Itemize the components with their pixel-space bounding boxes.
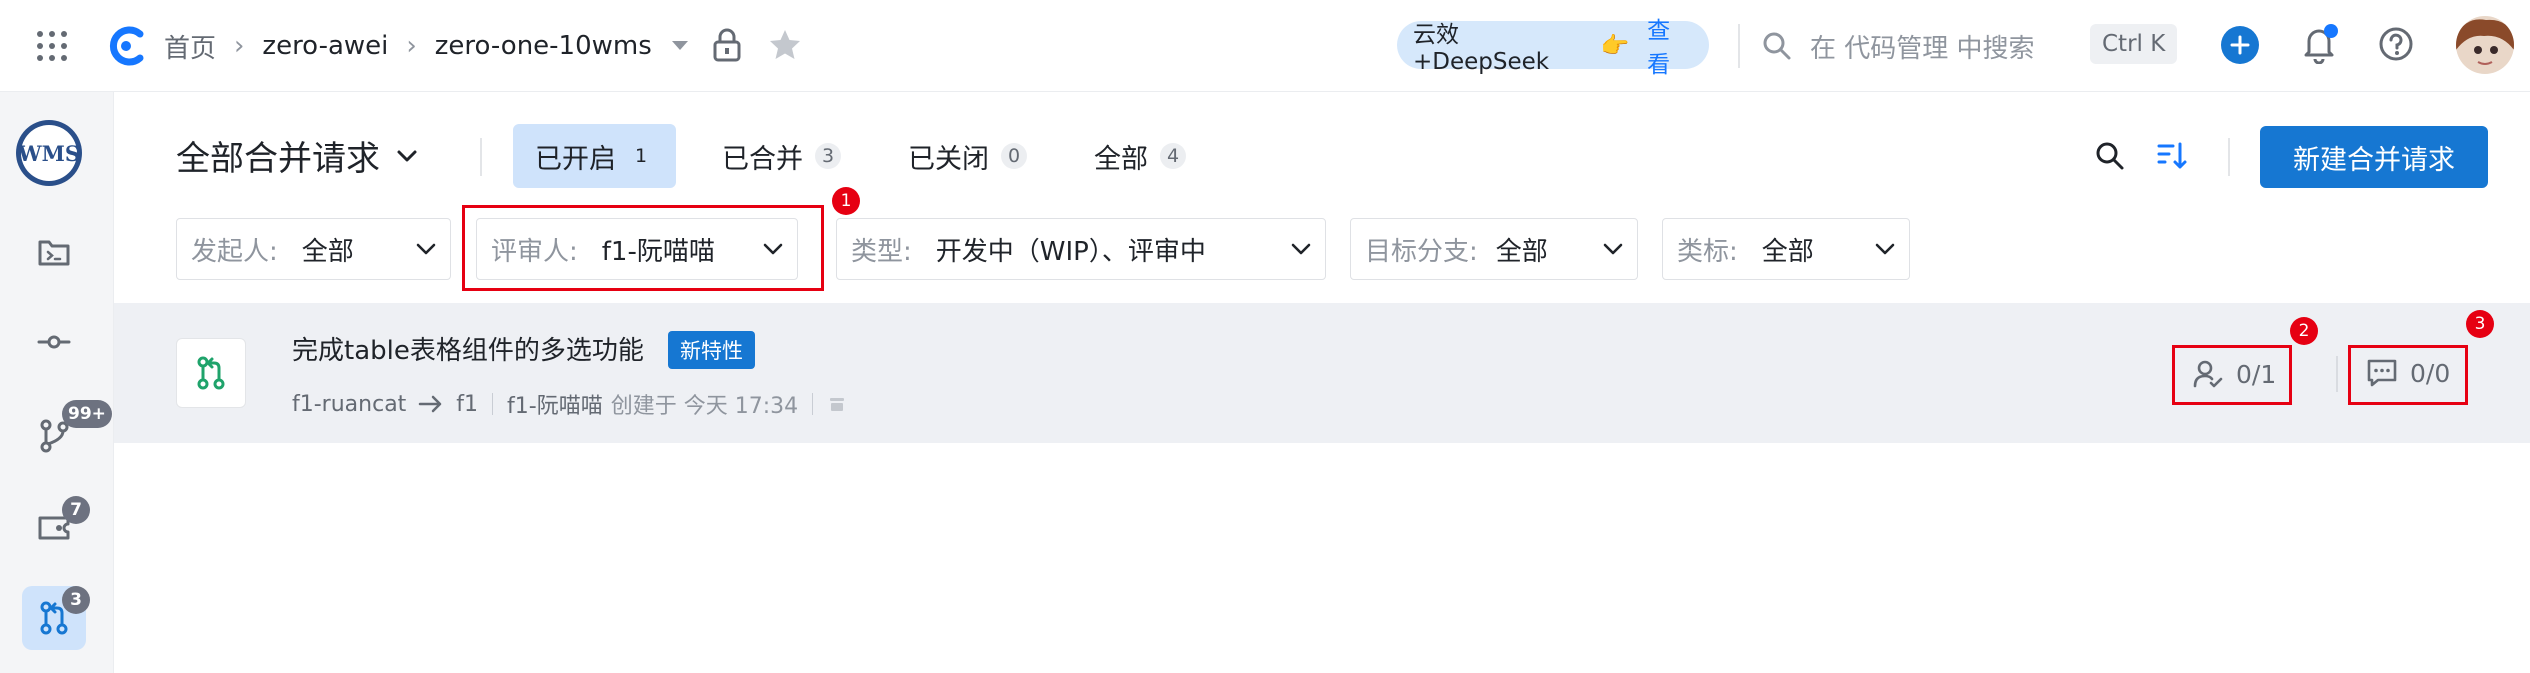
mr-meta: f1-ruancat f1 f1-阮喵喵 创建于 今天 17:34 (292, 388, 847, 420)
tab-count: 3 (815, 143, 841, 169)
filter-value: 全部 (1495, 236, 1548, 267)
tab-label: 全部 (1094, 143, 1148, 175)
search-icon (1762, 31, 1792, 61)
tab-closed[interactable]: 已关闭 0 (886, 124, 1049, 188)
breadcrumb-repo[interactable]: zero-one-10wms (435, 31, 652, 61)
pipeline-status-icon (827, 394, 847, 414)
arrow-right-icon (418, 395, 444, 413)
filter-value: 开发中（WIP）、评审中 (935, 236, 1206, 267)
chevron-down-icon (396, 149, 418, 163)
app-grid-icon[interactable] (36, 30, 68, 62)
rail-merge-requests-badge: 3 (62, 586, 90, 614)
topbar-divider (1738, 24, 1740, 68)
rail-code-icon[interactable] (22, 220, 86, 284)
left-rail: WMS 99+ 7 3 (0, 92, 114, 673)
star-icon[interactable] (768, 28, 802, 62)
breadcrumb-home[interactable]: 首页 (164, 28, 216, 65)
mr-title-link[interactable]: 完成table表格组件的多选功能 (292, 330, 644, 367)
source-branch[interactable]: f1-ruancat (292, 392, 406, 417)
chevron-down-icon (1875, 243, 1895, 255)
ai-chip-view-link[interactable]: 查看 (1647, 11, 1693, 79)
global-search[interactable]: 在 代码管理 中搜索 (1762, 22, 2035, 70)
search-shortcut-hint: Ctrl K (2090, 24, 2178, 64)
repo-dropdown-icon[interactable] (670, 39, 690, 53)
repo-logo-text: WMS (18, 125, 80, 181)
annotation-number: 3 (2466, 310, 2494, 338)
annotation-box-reviewers (2172, 345, 2292, 405)
tab-label: 已合并 (722, 143, 803, 175)
tab-label: 已关闭 (908, 143, 989, 175)
create-plus-icon[interactable] (2221, 26, 2259, 64)
chevron-down-icon (416, 243, 436, 255)
ai-promo-chip[interactable]: 云效+DeepSeek 👉 查看 (1397, 18, 1709, 78)
filter-initiator[interactable]: 发起人: 全部 (176, 218, 451, 280)
lock-icon[interactable] (712, 28, 742, 62)
tab-label: 已开启 (535, 143, 616, 175)
top-bar: 首页 › zero-awei › zero-one-10wms 云效+DeepS… (0, 0, 2530, 92)
search-icon[interactable] (2094, 140, 2126, 172)
tab-opened[interactable]: 已开启 1 (513, 124, 676, 188)
meta-divider (492, 393, 494, 415)
rail-commits-icon[interactable] (22, 310, 86, 374)
filter-labels[interactable]: 类标: 全部 (1662, 218, 1910, 280)
new-merge-request-button[interactable]: 新建合并请求 (2260, 126, 2488, 188)
user-avatar[interactable] (2456, 16, 2514, 74)
sort-icon[interactable] (2156, 140, 2188, 172)
annotation-box-comments (2348, 345, 2468, 405)
tab-count: 1 (628, 143, 654, 169)
breadcrumb: 首页 › zero-awei › zero-one-10wms (164, 26, 690, 66)
pointing-hand-icon: 👉 (1600, 32, 1630, 59)
breadcrumb-group[interactable]: zero-awei (262, 31, 388, 61)
table-row[interactable] (114, 303, 2530, 443)
filter-label: 发起人: (191, 236, 278, 267)
target-branch[interactable]: f1 (456, 392, 478, 417)
codeup-logo-icon[interactable] (104, 24, 148, 68)
filter-target-branch[interactable]: 目标分支: 全部 (1350, 218, 1638, 280)
search-placeholder: 在 代码管理 中搜索 (1810, 33, 2035, 64)
rail-branches-badge: 99+ (62, 400, 112, 428)
filter-label: 类标: (1677, 236, 1738, 267)
mr-author[interactable]: f1-阮喵喵 (507, 388, 603, 420)
filter-label: 目标分支: (1365, 236, 1478, 267)
notification-bell-icon[interactable] (2300, 24, 2338, 64)
tab-all[interactable]: 全部 4 (1072, 124, 1208, 188)
filter-label: 类型: (851, 236, 912, 267)
tab-merged[interactable]: 已合并 3 (700, 124, 863, 188)
filter-value: 全部 (301, 236, 354, 267)
annotation-number: 2 (2290, 317, 2318, 345)
tab-count: 4 (1160, 143, 1186, 169)
filter-type[interactable]: 类型: 开发中（WIP）、评审中 (836, 218, 1326, 280)
header-divider (480, 138, 482, 176)
repo-logo[interactable]: WMS (16, 120, 82, 186)
annotation-number: 1 (832, 187, 860, 215)
page-title: 全部合并请求 (176, 139, 380, 179)
chevron-down-icon (1291, 243, 1311, 255)
breadcrumb-separator-icon: › (406, 31, 417, 61)
rail-tags-badge: 7 (62, 496, 90, 524)
stat-divider (2336, 356, 2338, 392)
help-icon[interactable] (2378, 26, 2414, 62)
mr-label-badge[interactable]: 新特性 (668, 331, 755, 369)
filter-value: 全部 (1761, 236, 1814, 267)
tab-count: 0 (1001, 143, 1027, 169)
mr-created-time: 创建于 今天 17:34 (610, 394, 799, 419)
ai-chip-text: 云效+DeepSeek (1413, 22, 1550, 75)
merge-request-icon (176, 338, 246, 408)
header-divider (2228, 138, 2230, 176)
meta-divider (812, 393, 814, 415)
mr-scope-dropdown[interactable]: 全部合并请求 (176, 131, 418, 180)
annotation-box-reviewer (462, 205, 824, 291)
chevron-down-icon (1603, 243, 1623, 255)
breadcrumb-separator-icon: › (234, 31, 245, 61)
